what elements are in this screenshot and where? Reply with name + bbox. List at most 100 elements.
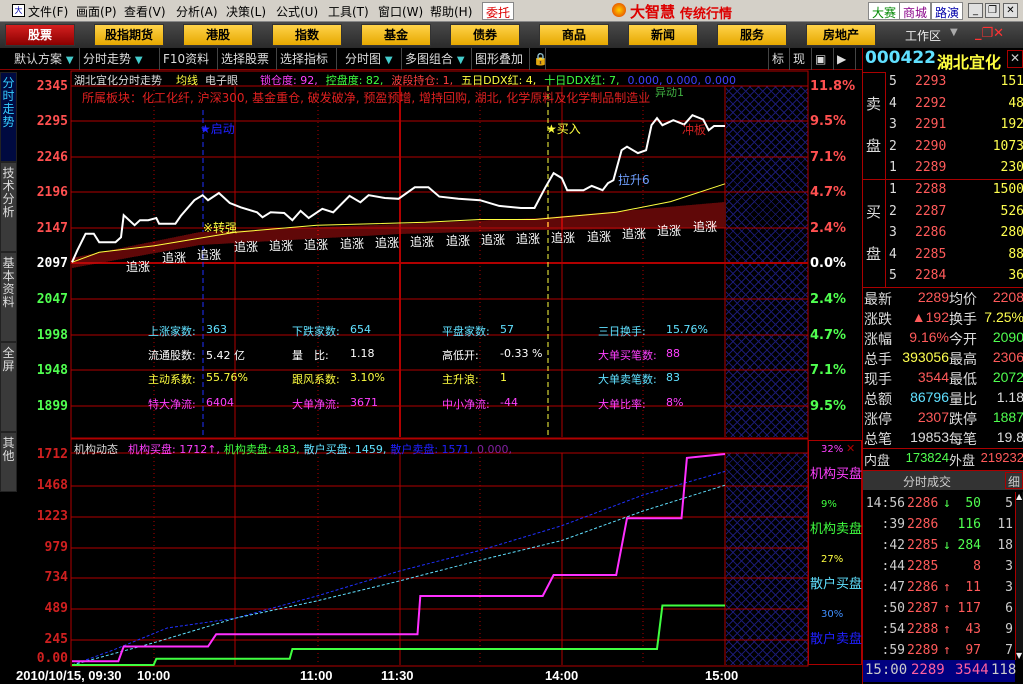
price-axis-label: 2246: [36, 150, 68, 165]
scroll-up-icon[interactable]: ▲: [1016, 492, 1023, 501]
trades-scrollbar[interactable]: ▲ ▼: [1015, 492, 1023, 660]
stat-value: -44: [500, 396, 518, 409]
quote-value: 2090: [992, 329, 1023, 345]
trade-count: 6: [1005, 601, 1013, 616]
orderbook-row[interactable]: 2 2287 526: [863, 202, 1023, 223]
quote-label: 现手: [864, 371, 892, 387]
lower-chart-border: [70, 438, 809, 667]
trade-count: 7: [1005, 643, 1013, 658]
stat-label: 大单比率:: [598, 398, 646, 411]
side-name: 散户买盘: [810, 577, 862, 592]
close-panel-icon[interactable]: ✕: [1007, 50, 1023, 68]
orderbook-row[interactable]: 2 2290 1073: [863, 137, 1023, 158]
retail-buy-line: [71, 484, 726, 666]
percent-axis-label: 4.7%: [810, 185, 847, 200]
percent-axis-label: 0.0%: [810, 256, 847, 271]
level-price: 2289: [915, 160, 947, 175]
scroll-down-icon[interactable]: ▼: [1016, 651, 1023, 660]
orderbook-row[interactable]: 5 2293 151: [863, 72, 1023, 93]
stat-label: 平盘家数:: [442, 325, 490, 338]
time-axis-label: 11:00: [300, 668, 333, 683]
chase-signal: 追涨: [693, 220, 718, 234]
inst-buy-line: [72, 453, 726, 663]
trade-row: :47 2286 ↑ 11 3: [863, 578, 1015, 599]
quote-label: 涨停: [864, 411, 892, 427]
percent-axis-label: 7.1%: [810, 363, 847, 378]
time-axis-label: 11:30: [381, 668, 414, 683]
trade-price: 2285: [907, 559, 939, 574]
level-price: 2291: [915, 117, 947, 132]
trade-row: :54 2288 ↑ 43 9: [863, 620, 1015, 641]
stat-value: 6404: [206, 396, 234, 409]
orderbook-row[interactable]: 4 2285 88: [863, 245, 1023, 266]
quote-label: 换手: [949, 311, 977, 327]
detail-button[interactable]: 细: [1005, 472, 1023, 489]
chase-signal: 追涨: [197, 248, 222, 262]
quote-label: 每笔: [949, 431, 977, 447]
level-volume: 88: [1008, 246, 1023, 262]
stat-label: 高低开:: [442, 349, 479, 362]
quote-value: 19.8: [996, 429, 1023, 445]
quote-value: 393056: [902, 349, 949, 365]
chase-signal: 追涨: [410, 235, 435, 249]
quote-value: 9.16%: [909, 329, 949, 345]
quote-row: 内盘 173824 外盘 219232: [863, 448, 1023, 468]
lower-axis-label: 1712: [36, 447, 68, 462]
level-volume: 48: [1008, 95, 1023, 111]
quote-label: 内盘: [864, 453, 891, 468]
buy-signal: ★买入: [546, 122, 581, 136]
trade-price: 2286: [907, 580, 939, 595]
stat-label: 上涨家数:: [148, 325, 196, 338]
stat-value: 1: [500, 371, 507, 384]
quote-panel: 000422 湖北宜化 ✕ 卖 盘 买 盘 5 2293 151 4 2292 48 3 22…: [862, 48, 1023, 684]
level-volume: 526: [1000, 203, 1023, 219]
orderbook-row[interactable]: 3 2291 192: [863, 115, 1023, 136]
trade-row: :39 2286 116 11: [863, 515, 1015, 536]
orderbook-row[interactable]: 3 2286 280: [863, 223, 1023, 244]
stock-code: 000422: [865, 48, 936, 68]
percent-axis-label: 11.8%: [810, 79, 856, 94]
side-name: 散户卖盘: [810, 632, 862, 647]
orderbook-row[interactable]: 1 2289 230: [863, 158, 1023, 179]
stat-label: 主动系数:: [148, 373, 196, 386]
time-axis-label: 10:00: [137, 668, 171, 683]
level-number: 2: [889, 203, 897, 219]
lower-axis-label: 489: [44, 601, 68, 616]
price-axis-label: 2196: [36, 185, 68, 200]
chase-signal: 追涨: [126, 260, 151, 274]
lower-chart-title: 机构动态: [74, 443, 118, 456]
quote-row: 现手 3544 最低 2072: [863, 368, 1023, 388]
orderbook-row[interactable]: 1 2288 1500: [863, 180, 1023, 201]
trade-price: 2285: [907, 538, 939, 553]
quote-row: 最新 2289 均价 2208: [863, 288, 1023, 308]
lower-axis-label: 979: [44, 540, 68, 555]
quote-value: 1887: [992, 409, 1023, 425]
orderbook-row[interactable]: 4 2292 48: [863, 94, 1023, 115]
stat-label: 大单净流:: [292, 398, 340, 411]
trade-time: :39: [881, 517, 905, 532]
surge-signal: 异动1: [655, 86, 684, 99]
quote-value: 2289: [917, 289, 949, 305]
trade-row: :42 2285 ↓ 284 18: [863, 536, 1015, 557]
level-number: 5: [889, 74, 897, 89]
arrow-down-icon: ↓: [943, 496, 951, 511]
trade-price: 2288: [907, 622, 939, 637]
close-icon[interactable]: ✕: [846, 442, 855, 455]
level-number: 5: [889, 268, 897, 283]
arrow-down-icon: ↓: [943, 538, 951, 553]
stat-label: 主升浪:: [442, 373, 479, 386]
chase-signal: 追涨: [234, 240, 259, 254]
retail-sell-line: [71, 470, 726, 666]
orderbook-row[interactable]: 5 2284 36: [863, 266, 1023, 287]
trade-count: 3: [1005, 559, 1013, 574]
quote-value: 19853: [910, 429, 949, 445]
stat-value: 57: [500, 323, 514, 336]
time-axis-label: 15:00: [705, 668, 739, 683]
quote-value: 2307: [917, 409, 949, 425]
price-axis-label: 2147: [36, 221, 68, 236]
level-price: 2292: [915, 95, 947, 111]
legend-item: 0.000,: [477, 443, 513, 456]
stat-label: 跟风系数:: [292, 373, 340, 386]
trade-count: 5: [1005, 496, 1013, 511]
metric-item: 十日DDX红: 7,: [544, 74, 620, 87]
